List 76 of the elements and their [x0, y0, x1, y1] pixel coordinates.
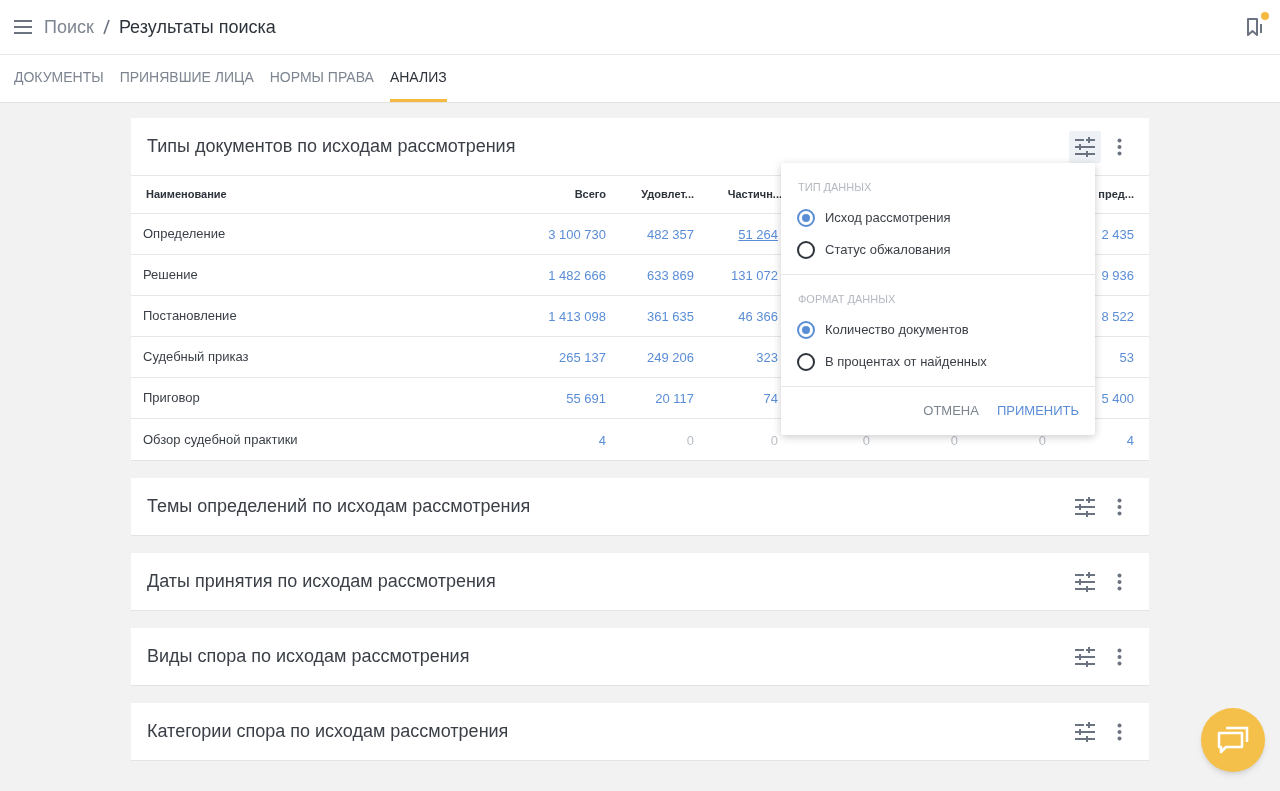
column-header: Наименование — [145, 187, 228, 203]
panel-title: Категории спора по исходам рассмотрения — [147, 720, 510, 743]
tab[interactable]: ДОКУМЕНТЫ — [14, 55, 104, 102]
column-header: Удовлет... — [640, 187, 695, 203]
option-label: В процентах от найденных — [825, 353, 987, 372]
table-cell: 0 — [770, 432, 778, 448]
table-cell-text: Приговор — [142, 389, 201, 408]
table-cell-text: Решение — [142, 266, 199, 285]
column-header: Всего — [573, 187, 607, 203]
chat-icon — [1216, 725, 1250, 755]
panel-title: Виды спора по исходам рассмотрения — [147, 645, 471, 668]
tab[interactable]: ПРИНЯВШИЕ ЛИЦА — [119, 55, 254, 102]
sliders-icon — [1075, 136, 1095, 157]
count-link[interactable]: 8 522 — [1101, 309, 1134, 324]
count-link[interactable]: 9 936 — [1101, 268, 1134, 283]
count-link[interactable]: 131 072 — [731, 268, 778, 283]
count-link[interactable]: 20 117 — [655, 391, 694, 406]
table-cell: 0 — [1038, 432, 1046, 448]
panel-title: Типы документов по исходам рассмотрения — [147, 135, 517, 158]
tab[interactable]: АНАЛИЗ — [389, 55, 447, 102]
sliders-icon — [1075, 496, 1095, 517]
sliders-icon — [1075, 646, 1095, 667]
table-cell: 0 — [950, 432, 958, 448]
table-cell: 0 — [686, 432, 694, 448]
count-link[interactable]: 249 206 — [647, 350, 694, 365]
radio-button[interactable] — [797, 241, 815, 259]
table-cell-text: Определение — [142, 225, 227, 244]
count-link[interactable]: 5 400 — [1101, 391, 1134, 406]
settings-button[interactable] — [1069, 130, 1101, 163]
tab[interactable]: НОРМЫ ПРАВА — [269, 55, 374, 102]
section-label: ТИП ДАННЫХ — [797, 180, 873, 194]
page-title: Результаты поиска — [118, 15, 276, 39]
count-link[interactable]: 4 — [1126, 432, 1134, 448]
section-label: ФОРМАТ ДАННЫХ — [797, 292, 897, 306]
count-link[interactable]: 53 — [1119, 350, 1134, 365]
option-label: Статус обжалования — [825, 241, 951, 260]
table-cell-text: Обзор судебной практики — [142, 430, 299, 449]
option-label: Количество документов — [825, 321, 969, 340]
count-link[interactable]: 46 366 — [738, 309, 778, 324]
radio-button[interactable] — [797, 209, 815, 227]
more-icon — [1116, 572, 1122, 591]
table-cell-text: Постановление — [142, 307, 238, 326]
count-link[interactable]: 2 435 — [1101, 227, 1134, 242]
panel-title: Темы определений по исходам рассмотрения — [147, 495, 532, 518]
bookmark-icon[interactable] — [1246, 16, 1264, 37]
column-header: пред... — [1097, 187, 1135, 203]
menu-icon[interactable] — [14, 20, 32, 34]
count-link[interactable]: 55 691 — [566, 391, 606, 406]
count-link[interactable]: 51 264 — [738, 227, 778, 242]
more-icon — [1116, 497, 1122, 516]
count-link[interactable]: 482 357 — [647, 227, 694, 242]
count-link[interactable]: 3 100 730 — [548, 227, 606, 242]
option-label: Исход рассмотрения — [825, 209, 951, 228]
breadcrumb-link[interactable]: Поиск — [44, 13, 94, 41]
sliders-icon — [1075, 571, 1095, 592]
radio-button[interactable] — [797, 353, 815, 371]
count-link[interactable]: 4 — [598, 432, 606, 448]
cancel-button[interactable]: ОТМЕНА — [915, 395, 987, 427]
count-link[interactable]: 1 482 666 — [548, 268, 606, 283]
count-link[interactable]: 323 — [756, 350, 778, 365]
separator-icon — [101, 19, 111, 35]
table-cell-text: Судебный приказ — [142, 348, 250, 367]
count-link[interactable]: 1 413 098 — [548, 309, 606, 324]
radio-button[interactable] — [797, 321, 815, 339]
more-icon — [1116, 647, 1122, 666]
sliders-icon — [1075, 721, 1095, 742]
panel-title: Даты принятия по исходам рассмотрения — [147, 570, 497, 593]
count-link[interactable]: 361 635 — [647, 309, 694, 324]
count-link[interactable]: 633 869 — [647, 268, 694, 283]
column-header: Частичн... — [726, 187, 783, 203]
more-icon — [1116, 722, 1122, 741]
count-link[interactable]: 265 137 — [559, 350, 606, 365]
table-cell: 0 — [862, 432, 870, 448]
count-link[interactable]: 74 — [763, 391, 778, 406]
apply-button[interactable]: ПРИМЕНИТЬ — [988, 395, 1087, 427]
more-icon — [1116, 137, 1122, 156]
